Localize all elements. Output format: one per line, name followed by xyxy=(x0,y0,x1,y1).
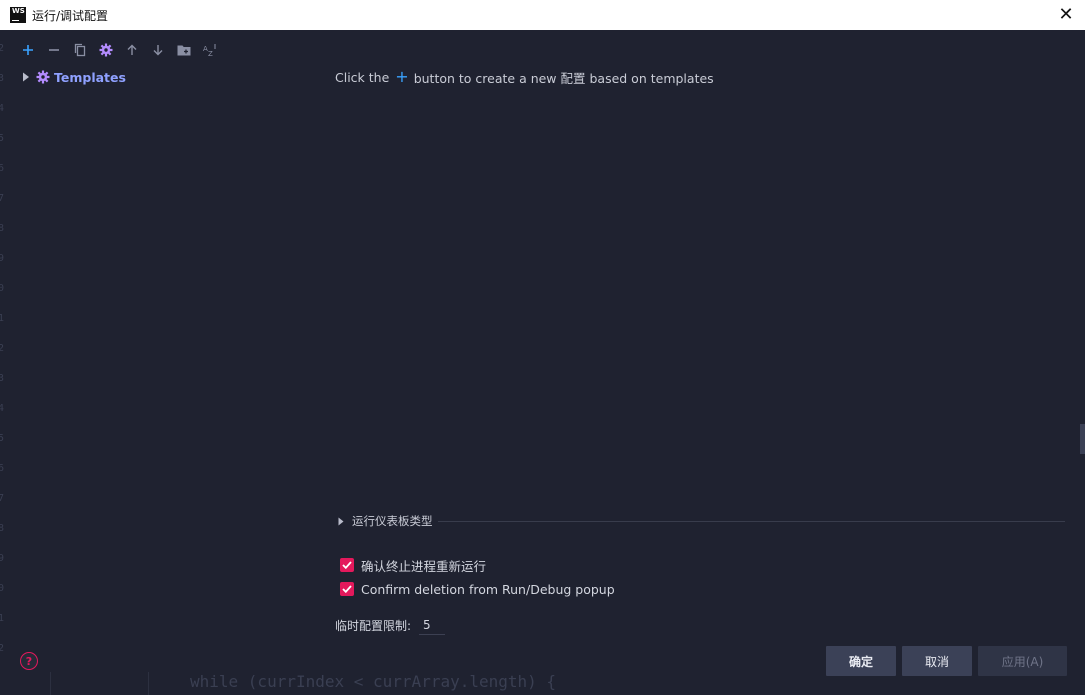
add-icon[interactable]: + xyxy=(395,69,408,85)
copy-button[interactable] xyxy=(70,40,90,60)
gutter-number: 8 xyxy=(0,523,5,534)
hint-text-after: button to create a new 配置 based on templ… xyxy=(413,70,714,86)
gutter-number: 3 xyxy=(0,373,5,384)
window-title: 运行/调试配置 xyxy=(32,8,109,23)
temp-limit-input[interactable] xyxy=(419,615,446,635)
move-up-icon xyxy=(127,44,137,55)
confirm-rerun-option[interactable]: 确认终止进程重新运行 xyxy=(340,556,486,574)
gutter-number: 2 xyxy=(0,343,5,354)
tree-item-label: Templates xyxy=(54,69,126,85)
confirm-deletion-option[interactable]: Confirm deletion from Run/Debug popup xyxy=(340,580,615,598)
gutter-number: 7 xyxy=(0,193,5,204)
tree-item-templates[interactable]: Templates xyxy=(22,68,126,86)
gutter-number: 2 xyxy=(0,643,5,654)
gear-icon xyxy=(36,70,50,84)
add-button[interactable] xyxy=(18,40,38,60)
expand-arrow-icon xyxy=(338,517,344,525)
gutter-number: 8 xyxy=(0,223,5,234)
dashboard-types-section[interactable]: 运行仪表板类型 xyxy=(338,512,433,530)
confirm-rerun-checkbox[interactable] xyxy=(340,558,354,572)
sort-alpha-icon: A Z xyxy=(203,44,216,57)
gutter-number: 6 xyxy=(0,463,5,474)
move-down-button[interactable] xyxy=(148,40,168,60)
gutter-number: 4 xyxy=(0,103,5,114)
remove-icon xyxy=(49,49,59,51)
section-divider xyxy=(438,521,1065,522)
new-folder-icon xyxy=(177,45,191,56)
svg-text:Z: Z xyxy=(208,50,213,57)
close-button[interactable]: ✕ xyxy=(1057,6,1075,24)
settings-icon xyxy=(99,43,113,57)
gutter-number: 6 xyxy=(0,163,5,174)
gutter-number: 0 xyxy=(0,583,5,594)
config-toolbar: A Z xyxy=(18,40,220,60)
confirm-deletion-checkbox[interactable] xyxy=(340,582,354,596)
expand-arrow-icon[interactable] xyxy=(22,71,32,83)
checkmark-icon xyxy=(342,585,352,593)
move-down-icon xyxy=(153,45,163,56)
cancel-button[interactable]: 取消 xyxy=(902,646,972,676)
apply-button[interactable]: 应用(A) xyxy=(978,646,1067,676)
gutter-number: 7 xyxy=(0,493,5,504)
gutter-number: 3 xyxy=(0,73,5,84)
checkmark-icon xyxy=(342,561,352,569)
gutter-number: 1 xyxy=(0,313,5,324)
gutter-number: 9 xyxy=(0,553,5,564)
app-logo-icon: WS xyxy=(10,7,26,23)
empty-state-hint: Click the + button to create a new 配置 ba… xyxy=(335,68,714,86)
hint-text-before: Click the xyxy=(335,69,390,85)
gutter-number: 4 xyxy=(0,403,5,414)
sort-alphabetically-button[interactable]: A Z xyxy=(200,40,220,60)
add-icon xyxy=(23,45,33,55)
checkbox-label: Confirm deletion from Run/Debug popup xyxy=(361,581,615,597)
gutter-number: 2 xyxy=(0,43,5,54)
temp-config-limit: 临时配置限制: xyxy=(335,615,446,635)
gutter-number: 1 xyxy=(0,613,5,624)
editor-guide-line xyxy=(50,672,51,695)
editor-guide-line xyxy=(148,672,149,695)
gutter-number: 9 xyxy=(0,253,5,264)
remove-button[interactable] xyxy=(44,40,64,60)
section-title: 运行仪表板类型 xyxy=(352,514,433,528)
help-button[interactable]: ? xyxy=(20,652,38,670)
title-bar: WS 运行/调试配置 ✕ xyxy=(0,0,1085,30)
gutter-number: 5 xyxy=(0,433,5,444)
background-code-line: while (currIndex < currArray.length) { xyxy=(190,672,557,691)
new-folder-button[interactable] xyxy=(174,40,194,60)
gutter-number: 0 xyxy=(0,283,5,294)
move-up-button[interactable] xyxy=(122,40,142,60)
edit-templates-button[interactable] xyxy=(96,40,116,60)
editor-gutter: 2 3 4 5 6 7 8 9 0 1 2 3 4 5 6 7 8 9 0 1 … xyxy=(0,30,6,695)
scrollbar-thumb[interactable] xyxy=(1080,424,1085,454)
copy-icon xyxy=(74,43,86,57)
gutter-number: 5 xyxy=(0,133,5,144)
temp-limit-label: 临时配置限制: xyxy=(335,618,412,633)
ok-button[interactable]: 确定 xyxy=(826,646,896,676)
checkbox-label: 确认终止进程重新运行 xyxy=(361,558,487,574)
